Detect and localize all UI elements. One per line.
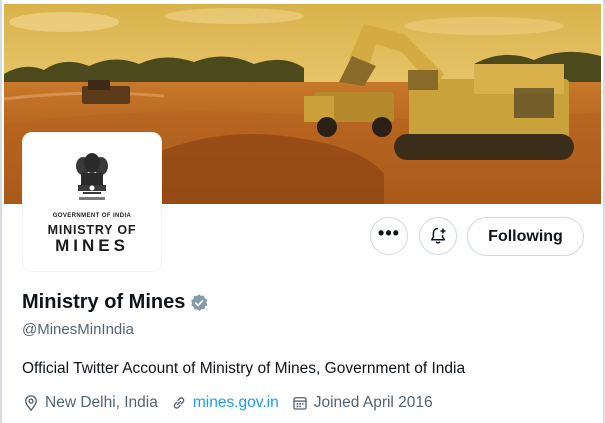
website-link[interactable]: mines.gov.in bbox=[193, 394, 279, 412]
profile-avatar[interactable]: GOVERNMENT OF INDIA MINISTRY OF MINES bbox=[22, 132, 162, 272]
ashoka-emblem-icon bbox=[76, 153, 108, 200]
window-frame-left bbox=[0, 0, 2, 423]
bell-plus-icon bbox=[431, 227, 446, 244]
avatar-mines-text: MINES bbox=[55, 236, 129, 255]
following-button[interactable]: Following bbox=[467, 217, 584, 256]
more-options-button[interactable]: ••• bbox=[370, 217, 408, 255]
name-row: Ministry of Mines bbox=[22, 291, 209, 314]
link-icon bbox=[173, 397, 185, 409]
calendar-icon bbox=[293, 397, 307, 410]
profile-meta: New Delhi, India mines.gov.in Joined Apr… bbox=[22, 394, 445, 412]
profile-handle: @MinesMinIndia bbox=[22, 321, 134, 338]
location-pin-icon bbox=[25, 395, 37, 412]
notifications-button[interactable] bbox=[419, 217, 457, 255]
website-item[interactable]: mines.gov.in bbox=[170, 394, 279, 412]
location-item: New Delhi, India bbox=[22, 394, 158, 412]
joined-text: Joined April 2016 bbox=[313, 394, 433, 411]
location-text: New Delhi, India bbox=[45, 394, 158, 411]
verified-badge-icon[interactable] bbox=[189, 293, 209, 313]
avatar-government-text: GOVERNMENT OF INDIA bbox=[52, 213, 132, 219]
joined-item: Joined April 2016 bbox=[291, 394, 433, 412]
display-name: Ministry of Mines bbox=[22, 291, 186, 313]
avatar-ministry-text: MINISTRY OF bbox=[47, 223, 137, 237]
more-dots-icon: ••• bbox=[378, 223, 400, 243]
profile-bio: Official Twitter Account of Ministry of … bbox=[22, 360, 466, 377]
